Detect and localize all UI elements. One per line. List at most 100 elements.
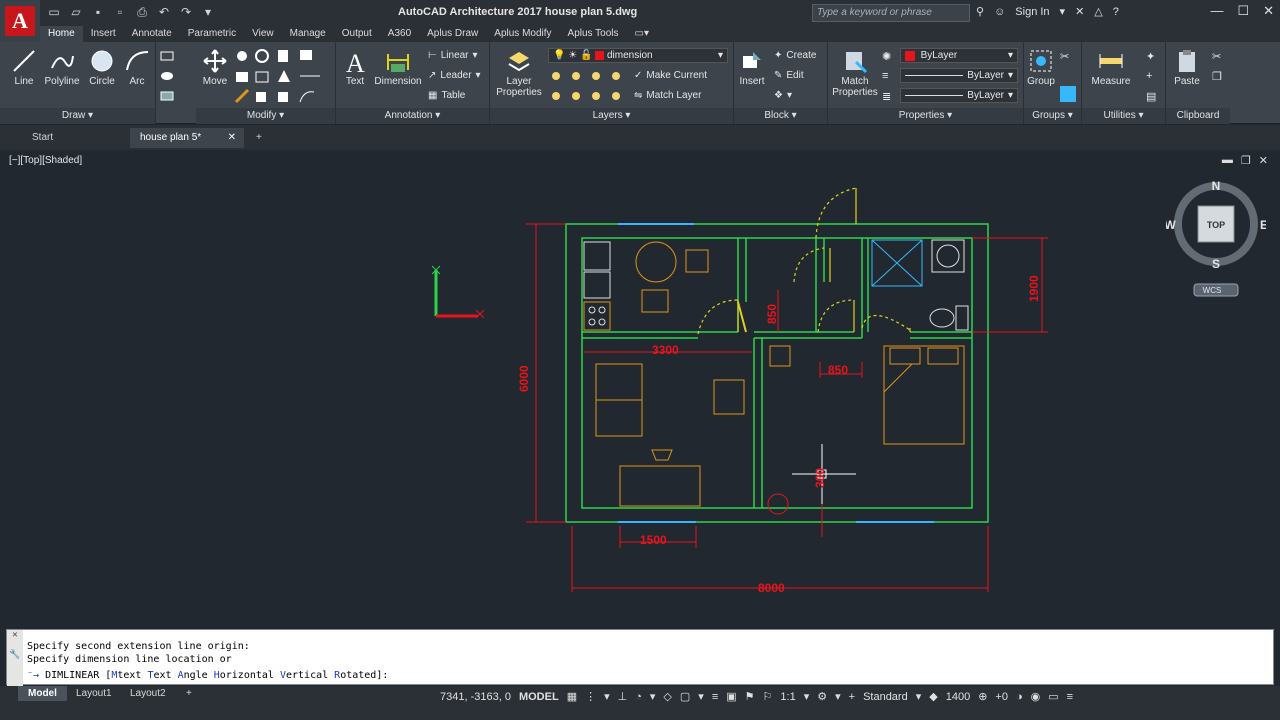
ribbon-tab-aplus-tools[interactable]: Aplus Tools [560, 26, 627, 42]
ungroup-icon[interactable]: ✂ [1060, 50, 1069, 63]
maximize-icon[interactable]: ☐ [1237, 3, 1249, 19]
snap-icon[interactable]: ⋮ [585, 690, 596, 703]
save-icon[interactable]: ▪ [90, 4, 106, 20]
measure-button[interactable]: Measure [1088, 48, 1134, 87]
command-prompt[interactable]: ⁻→ DIMLINEAR [Mtext Text Angle Horizonta… [27, 670, 388, 681]
grid-icon[interactable]: ▦ [567, 690, 577, 703]
linear-dim-button[interactable]: ⊢ Linear ▾ [428, 50, 478, 61]
ribbon-tab-aplus-draw[interactable]: Aplus Draw [419, 26, 486, 42]
edit-block-button[interactable]: ✎ Edit [774, 70, 804, 81]
close-tab-icon[interactable]: ✕ [228, 128, 236, 148]
ribbon-tab-manage[interactable]: Manage [282, 26, 334, 42]
ribbon-tab-aplus-modify[interactable]: Aplus Modify [486, 26, 559, 42]
ribbon-tab-parametric[interactable]: Parametric [180, 26, 244, 42]
layout2-tab[interactable]: Layout2 [120, 686, 176, 701]
annotation-scale[interactable]: 1:1 [780, 691, 795, 703]
layer-dropdown[interactable]: 💡 ☀ 🔓 dimension ▾ [548, 48, 728, 63]
layer-properties-button[interactable]: Layer Properties [494, 48, 544, 98]
start-tab[interactable]: Start [22, 128, 126, 148]
circle-tool[interactable]: Circle [86, 48, 118, 87]
help-icon[interactable]: ? [1113, 6, 1119, 18]
draw-panel-title[interactable]: Draw ▾ [0, 108, 155, 124]
move-tool[interactable]: Move [198, 48, 232, 87]
polyline-tool[interactable]: Polyline [42, 48, 82, 87]
viewcube[interactable]: TOP N S E W WCS [1166, 178, 1266, 298]
open-icon[interactable]: ▱ [68, 4, 84, 20]
annotation-autoscale-icon[interactable]: ⚐ [763, 690, 773, 703]
groups-panel-title[interactable]: Groups ▾ [1024, 108, 1081, 124]
redo-icon[interactable]: ↷ [178, 4, 194, 20]
id-point-icon[interactable]: + [1146, 70, 1152, 82]
model-layout-tab[interactable]: Model [18, 686, 67, 701]
isodraft-icon[interactable]: ◇ [663, 690, 671, 703]
layout1-tab[interactable]: Layout1 [66, 686, 122, 701]
search-input[interactable]: Type a keyword or phrase [812, 4, 970, 22]
line-tool[interactable]: Line [8, 48, 40, 87]
block-panel-title[interactable]: Block ▾ [734, 108, 827, 124]
annotation-visibility-icon[interactable]: ⚑ [745, 690, 755, 703]
application-menu-button[interactable]: A [0, 0, 40, 42]
calculator-icon[interactable]: ▤ [1146, 90, 1156, 103]
compass-east[interactable]: E [1260, 218, 1266, 232]
customize-status-icon[interactable]: ≡ [1067, 691, 1073, 703]
command-line[interactable]: ✕ 🔧 Specify second extension line origin:… [6, 629, 1274, 686]
annotation-monitor-icon[interactable]: + [849, 691, 855, 703]
ribbon-tab-view[interactable]: View [244, 26, 282, 42]
match-properties-button[interactable]: Match Properties [830, 48, 880, 98]
color-dropdown[interactable]: ByLayer ▾ [900, 48, 1018, 63]
new-layout-button[interactable]: + [176, 686, 202, 701]
properties-panel-title[interactable]: Properties ▾ [828, 108, 1023, 124]
table-button[interactable]: ▦ Table [428, 90, 465, 101]
binoculars-icon[interactable]: ⚲ [976, 5, 984, 18]
layers-panel-title[interactable]: Layers ▾ [490, 108, 733, 124]
cut-icon[interactable]: ✂ [1212, 50, 1221, 63]
drawing-tab[interactable]: house plan 5* ✕ [130, 128, 244, 148]
undo-icon[interactable]: ↶ [156, 4, 172, 20]
user-icon[interactable]: ☺ [994, 6, 1005, 18]
copy-icon[interactable]: ❐ [1212, 70, 1222, 83]
modify-tools-icons[interactable] [234, 46, 332, 106]
draw-extra-icons[interactable] [158, 48, 188, 104]
osnap-icon[interactable]: ▢ [680, 690, 690, 703]
isolate-icon[interactable]: ◑ [1016, 691, 1023, 703]
modify-panel-title[interactable]: Modify ▾ [196, 108, 335, 124]
model-space-button[interactable]: MODEL [519, 691, 559, 703]
customize-qat-icon[interactable]: ▾ [200, 4, 216, 20]
ribbon-tab-insert[interactable]: Insert [83, 26, 124, 42]
elevation-offset[interactable]: +0 [995, 691, 1008, 703]
create-block-button[interactable]: ✦ Create [774, 50, 816, 61]
exchange-icon[interactable]: ✕ [1075, 5, 1084, 18]
a360-icon[interactable]: △ [1094, 5, 1102, 18]
compass-west[interactable]: W [1166, 218, 1176, 232]
transparency-icon[interactable]: ▣ [726, 690, 736, 703]
plot-icon[interactable]: ⎙ [134, 4, 150, 20]
ortho-icon[interactable]: ⊥ [618, 690, 628, 703]
command-line-handle[interactable]: ✕ 🔧 [7, 630, 23, 686]
ribbon-tab-a360[interactable]: A360 [380, 26, 419, 42]
cut-plane-icon[interactable]: ◆ [929, 690, 937, 703]
linetype-dropdown[interactable]: ByLayer ▾ [900, 68, 1018, 83]
clean-screen-icon[interactable]: ▭ [1048, 690, 1058, 703]
ribbon-minimize-toggle[interactable]: ▭▾ [627, 26, 657, 42]
group-selection-icon[interactable] [1060, 86, 1076, 102]
coordinates-readout[interactable]: 7341, -3163, 0 [440, 691, 511, 703]
clipboard-panel-title[interactable]: Clipboard [1166, 108, 1230, 124]
leader-button[interactable]: ↗ Leader ▾ [428, 70, 481, 81]
text-tool[interactable]: A Text [338, 48, 372, 87]
arc-tool[interactable]: Arc [122, 48, 152, 87]
ribbon-tab-home[interactable]: Home [40, 26, 83, 42]
make-current-button[interactable]: ✓ Make Current [634, 70, 707, 81]
drawing-viewport[interactable]: [−][Top][Shaded] ▬ ❐ ✕ 8000 6000 1900 33… [6, 152, 1274, 628]
new-icon[interactable]: ▭ [46, 4, 62, 20]
new-tab-button[interactable]: + [246, 128, 272, 148]
match-layer-button[interactable]: ⇋ Match Layer [634, 90, 701, 101]
annotation-panel-title[interactable]: Annotation ▾ [336, 108, 489, 124]
workspace-gear-icon[interactable]: ⚙ [817, 690, 827, 703]
cut-plane-value[interactable]: 1400 [946, 691, 970, 703]
ribbon-tab-annotate[interactable]: Annotate [124, 26, 180, 42]
style-dropdown[interactable]: Standard [863, 691, 908, 703]
lineweight-toggle-icon[interactable]: ≡ [712, 691, 718, 703]
sign-in-dropdown-icon[interactable]: ▾ [1060, 5, 1066, 18]
block-attributes-button[interactable]: ❖ ▾ [774, 90, 792, 101]
ribbon-tab-output[interactable]: Output [334, 26, 380, 42]
